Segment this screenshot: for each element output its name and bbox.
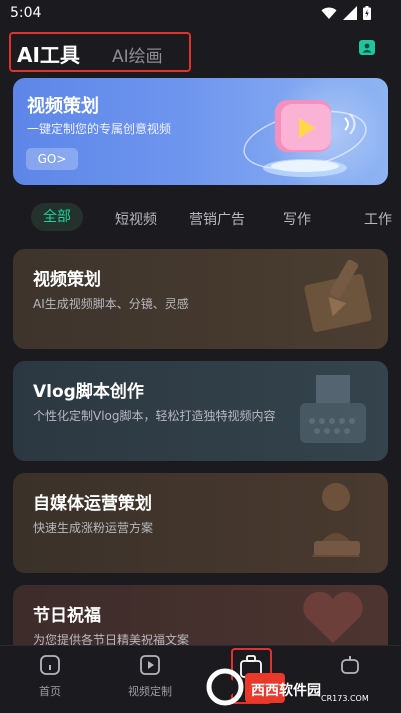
clapperboard-icon (304, 259, 372, 332)
status-bar: 5:04 (0, 0, 401, 28)
play-icon (140, 655, 160, 675)
video-illustration (243, 78, 388, 185)
tab-ai-tools[interactable]: AI工具 (17, 39, 80, 68)
tab-ai-drawing[interactable]: AI绘画 (112, 42, 163, 67)
card-title: 节日祝福 (33, 606, 101, 626)
nav-video-custom[interactable]: 视频定制 (110, 654, 190, 699)
tab-work[interactable]: 工作 (364, 209, 392, 229)
banner-go-button[interactable]: GO> (26, 148, 78, 170)
banner-subtitle: 一键定制您的专属创意视频 (27, 122, 172, 136)
card-title: 自媒体运营策划 (33, 494, 152, 514)
nav-home-label: 首页 (39, 685, 61, 698)
app-header: AI工具 AI绘画 (0, 28, 401, 72)
header-tabs-highlight: AI工具 AI绘画 (9, 32, 191, 72)
card-desc: AI生成视频脚本、分镜、灵感 (33, 297, 189, 311)
tool-card-video-planning[interactable]: 视频策划 AI生成视频脚本、分镜、灵感 (13, 249, 388, 349)
promo-banner[interactable]: 视频策划 一键定制您的专属创意视频 GO> (13, 78, 388, 185)
watermark-logo: 西西软件园 CR173.COM (206, 668, 369, 706)
card-title: Vlog脚本创作 (33, 382, 144, 402)
signal-icon (343, 6, 357, 20)
tool-card-vlog-script[interactable]: Vlog脚本创作 个性化定制Vlog脚本，轻松打造独特视频内容 (13, 361, 388, 461)
user-card-icon[interactable] (359, 40, 375, 55)
category-tabs: 全部 短视频 营销广告 写作 工作 (0, 200, 401, 236)
tab-all[interactable]: 全部 (31, 203, 83, 231)
typewriter-icon (300, 375, 366, 443)
tab-marketing-ads[interactable]: 营销广告 (189, 209, 245, 229)
card-desc: 为您提供各节日精美祝福文案 (33, 633, 190, 645)
banner-title: 视频策划 (27, 96, 99, 117)
tab-writing[interactable]: 写作 (283, 209, 311, 229)
card-title: 视频策划 (33, 270, 101, 290)
nav-video-custom-label: 视频定制 (128, 685, 172, 698)
status-time: 5:04 (10, 5, 42, 21)
battery-icon (363, 6, 371, 20)
nav-home[interactable]: 首页 (10, 654, 90, 699)
heart-icon (303, 591, 363, 643)
card-desc: 快速生成涨粉运营方案 (33, 521, 154, 535)
tab-short-video[interactable]: 短视频 (115, 209, 157, 229)
creator-figure-icon (312, 483, 360, 557)
system-icons (321, 6, 371, 20)
home-icon (40, 655, 60, 675)
card-desc: 个性化定制Vlog脚本，轻松打造独特视频内容 (33, 409, 276, 423)
watermark-text: 西西软件园 (251, 682, 321, 699)
tool-card-holiday-wishes[interactable]: 节日祝福 为您提供各节日精美祝福文案 (13, 585, 388, 645)
tool-card-media-operation[interactable]: 自媒体运营策划 快速生成涨粉运营方案 (13, 473, 388, 573)
wifi-icon (321, 7, 337, 19)
watermark-domain: CR173.COM (321, 694, 369, 703)
